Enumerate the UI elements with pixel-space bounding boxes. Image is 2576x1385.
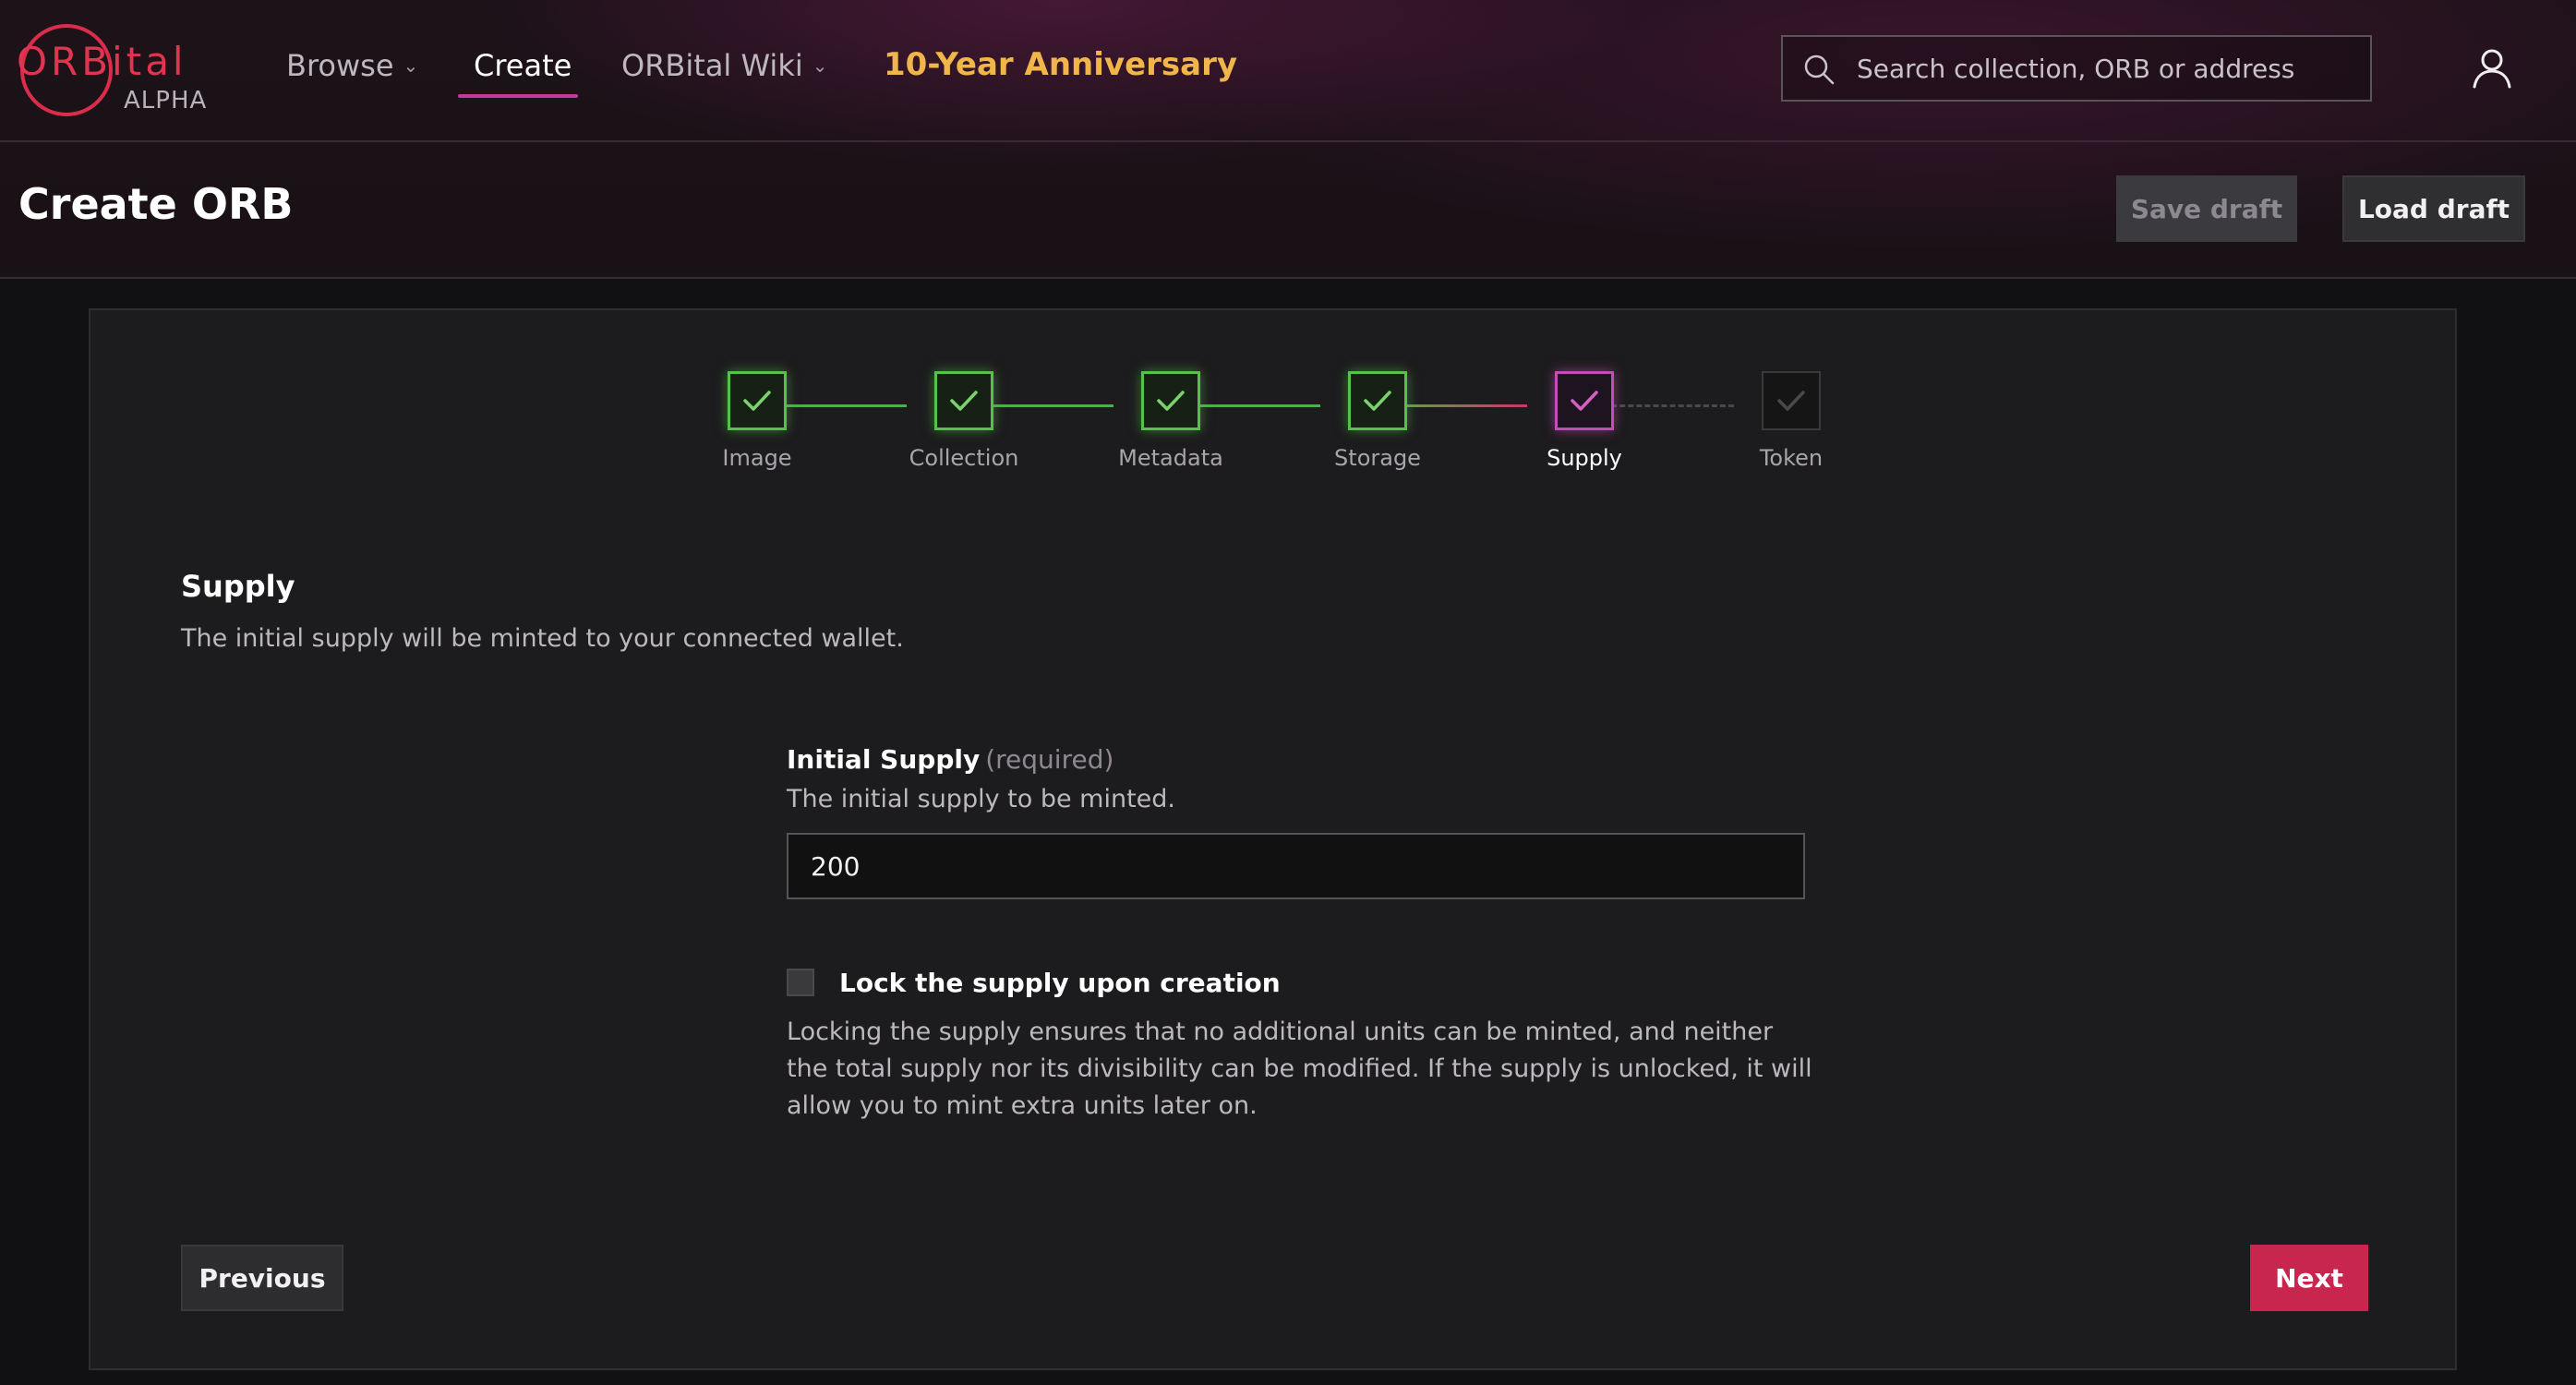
logo-wordmark: ORBital: [17, 39, 187, 84]
nav-create-active-indicator: [458, 94, 578, 98]
step-label: Storage: [1334, 445, 1421, 471]
chevron-down-icon: ⌄: [403, 54, 419, 77]
lock-supply-help: Locking the supply ensures that no addit…: [787, 1018, 1812, 1120]
step-label: Image: [722, 445, 792, 471]
check-icon: [1157, 391, 1185, 411]
user-account-icon[interactable]: [2471, 46, 2513, 89]
create-orb-card: Image Collection Metadata Storage Supply…: [89, 308, 2457, 1370]
check-icon: [1777, 391, 1805, 411]
step-token[interactable]: [1762, 371, 1821, 430]
step-label: Metadata: [1118, 445, 1223, 471]
step-label: Supply: [1547, 445, 1622, 471]
orbital-logo[interactable]: ORBital ALPHA: [17, 20, 220, 122]
step-label: Collection: [909, 445, 1019, 471]
page-header: Create ORB Save draft Load draft: [0, 144, 2576, 279]
page-title: Create ORB: [18, 179, 294, 229]
search-icon: [1804, 54, 1835, 85]
nav-anniversary[interactable]: 10-Year Anniversary: [884, 46, 1237, 83]
lock-supply-label[interactable]: Lock the supply upon creation: [839, 968, 1281, 998]
nav-create[interactable]: Create: [474, 48, 572, 83]
initial-supply-label-text: Initial Supply: [787, 744, 981, 775]
nav-browse-label: Browse: [286, 48, 394, 83]
step-metadata[interactable]: [1141, 371, 1200, 430]
step-collection[interactable]: [934, 371, 993, 430]
section-title: Supply: [181, 569, 295, 604]
check-icon: [1364, 391, 1391, 411]
required-hint: (required): [985, 744, 1114, 775]
check-icon: [743, 391, 771, 411]
chevron-down-icon: ⌄: [812, 54, 828, 77]
search-box[interactable]: [1781, 35, 2372, 102]
lock-supply-checkbox[interactable]: [787, 969, 814, 996]
nav-wiki[interactable]: ORBital Wiki ⌄: [621, 48, 828, 83]
initial-supply-help: The initial supply to be minted.: [787, 785, 1176, 813]
wizard-stepper: Image Collection Metadata Storage Supply…: [90, 310, 2459, 495]
step-storage[interactable]: [1348, 371, 1407, 430]
load-draft-button[interactable]: Load draft: [2342, 175, 2525, 242]
step-image[interactable]: [728, 371, 787, 430]
nav-wiki-label: ORBital Wiki: [621, 48, 803, 83]
initial-supply-label: Initial Supply (required): [787, 744, 1113, 775]
search-input[interactable]: [1857, 37, 2355, 100]
save-draft-button[interactable]: Save draft: [2116, 175, 2297, 242]
check-icon: [950, 391, 978, 411]
previous-button[interactable]: Previous: [181, 1245, 343, 1311]
section-description: The initial supply will be minted to you…: [181, 624, 904, 653]
logo-alpha-tag: ALPHA: [124, 87, 208, 114]
top-nav: ORBital ALPHA Browse ⌄ Create ORBital Wik…: [0, 0, 2576, 142]
initial-supply-input[interactable]: [787, 833, 1805, 899]
step-supply[interactable]: [1555, 371, 1614, 430]
step-label: Token: [1759, 445, 1824, 471]
nav-browse[interactable]: Browse ⌄: [286, 48, 418, 83]
check-icon: [1571, 391, 1598, 411]
next-button[interactable]: Next: [2250, 1245, 2368, 1311]
